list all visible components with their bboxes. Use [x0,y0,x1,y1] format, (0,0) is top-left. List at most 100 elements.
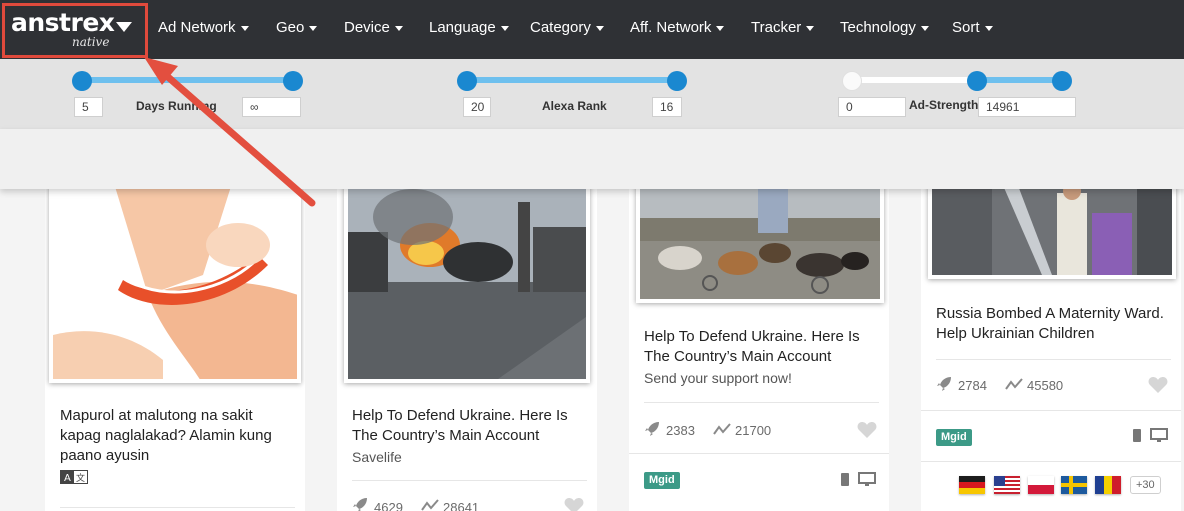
translate-glyph: A 文 [61,471,85,484]
divider [936,359,1171,360]
mobile-icon [1133,429,1141,442]
brand-name: anstrex [11,8,115,37]
trend-count: 21700 [735,423,772,438]
nav-label: Technology [840,19,916,36]
days-running-max-handle[interactable] [283,71,303,91]
ad-network-badge[interactable]: Mgid [644,472,680,489]
ad-strength-min-handle[interactable] [967,71,987,91]
usa-flag-glyph [994,476,1020,494]
launch-count: 2383 [666,423,695,438]
sweden-flag-glyph [1061,476,1087,494]
caret-down-icon [595,25,604,31]
alexa-rank-min-input[interactable]: 20 [463,97,491,117]
mobile-icon [841,473,849,486]
ad-strength-min-input[interactable]: 0 [838,97,906,117]
heart-icon[interactable] [857,421,877,439]
filter-panel: 5 Days Running ∞ 20 Alexa Rank 16 0 Ad-S… [0,59,1184,129]
nav-ad-network[interactable]: Ad Network [158,19,249,36]
brand-logo-menu[interactable]: anstrex native [4,4,146,56]
ad-strength-max-handle[interactable] [1052,71,1072,91]
sweden-flag-icon[interactable] [1061,476,1087,494]
ad-strength-max-input[interactable]: 14961 [978,97,1076,117]
launch-count: 4629 [374,500,403,511]
trend-icon [713,423,731,435]
heart-icon[interactable] [564,497,584,511]
nav-category[interactable]: Category [530,19,604,36]
ad-subtitle: Savelife [352,449,402,465]
ad-card[interactable]: Help To Defend Ukraine. Here Is The Coun… [629,189,889,511]
ad-network-badge[interactable]: Mgid [936,429,972,446]
alexa-rank-label: Alexa Rank [542,99,607,113]
divider [629,453,889,454]
ad-strength-zero-handle[interactable] [842,71,862,91]
ad-title[interactable]: Help To Defend Ukraine. Here Is The Coun… [644,327,884,367]
divider [921,410,1181,411]
nav-sort[interactable]: Sort [952,19,993,36]
translate-icon[interactable]: A 文 [60,470,88,484]
ad-card[interactable]: Russia Bombed A Maternity Ward. Help Ukr… [921,189,1181,511]
ad-title[interactable]: Mapurol at malutong na sakit kapag nagla… [60,406,295,466]
romania-flag-icon[interactable] [1095,476,1121,494]
ad-strength-slider-range[interactable] [977,77,1062,83]
poland-flag-glyph [1028,476,1054,494]
days-running-min-handle[interactable] [72,71,92,91]
alexa-rank-min-handle[interactable] [457,71,477,91]
desktop-icon [858,472,876,486]
nav-technology[interactable]: Technology [840,19,929,36]
brand-subtitle: native [72,35,110,49]
ad-card[interactable]: Mapurol at malutong na sakit kapag nagla… [45,189,305,511]
caret-down-icon [716,25,725,31]
germany-flag-icon[interactable] [959,476,985,494]
more-geos-button[interactable]: +30 [1130,476,1161,494]
rocket-icon [645,422,659,436]
ad-subtitle: Send your support now! [644,370,792,386]
heart-icon[interactable] [1148,376,1168,394]
caret-down-icon [500,25,509,31]
nav-label: Geo [276,19,305,36]
nav-label: Ad Network [158,19,236,36]
ad-title[interactable]: Help To Defend Ukraine. Here Is The Coun… [352,406,592,446]
days-running-slider-track[interactable] [82,77,293,83]
filter-panel-lower [0,129,1184,189]
caret-down-icon [984,25,993,31]
ad-thumbnail[interactable] [49,189,301,383]
alexa-rank-slider-track[interactable] [467,77,678,83]
nav-geo[interactable]: Geo [276,19,318,36]
ad-title[interactable]: Russia Bombed A Maternity Ward. Help Ukr… [936,304,1171,344]
nav-language[interactable]: Language [429,19,509,36]
ad-thumbnail[interactable] [636,189,884,303]
rocket-icon [353,498,367,511]
shelter-photo [932,189,1172,275]
rocket-icon [937,377,951,391]
ad-thumbnail[interactable] [928,189,1176,279]
nav-label: Language [429,19,496,36]
days-running-max-input[interactable]: ∞ [242,97,301,117]
germany-flag-glyph [959,476,985,494]
trend-count: 45580 [1027,378,1064,393]
days-running-label: Days Running [136,99,217,113]
poland-flag-icon[interactable] [1028,476,1054,494]
nav-tracker[interactable]: Tracker [751,19,815,36]
ad-thumbnail[interactable] [344,189,590,383]
caret-down-icon [240,25,249,31]
caret-down-icon [309,25,318,31]
trend-count: 28641 [443,500,480,511]
nav-aff-network[interactable]: Aff. Network [630,19,725,36]
divider [644,402,879,403]
caret-down-icon [394,25,403,31]
divider [921,461,1181,462]
knee-illustration [53,189,297,379]
nav-label: Category [530,19,591,36]
nav-device[interactable]: Device [344,19,403,36]
ad-strength-slider-track[interactable] [852,77,977,83]
svg-text:A: A [64,473,71,483]
svg-text:文: 文 [76,472,85,483]
street-fire-photo [348,189,586,379]
alexa-rank-max-handle[interactable] [667,71,687,91]
usa-flag-icon[interactable] [994,476,1020,494]
caret-down-icon [806,25,815,31]
alexa-rank-max-input[interactable]: 16 [652,97,682,117]
nav-label: Sort [952,19,980,36]
days-running-min-input[interactable]: 5 [74,97,103,117]
ad-card[interactable]: Help To Defend Ukraine. Here Is The Coun… [337,189,597,511]
